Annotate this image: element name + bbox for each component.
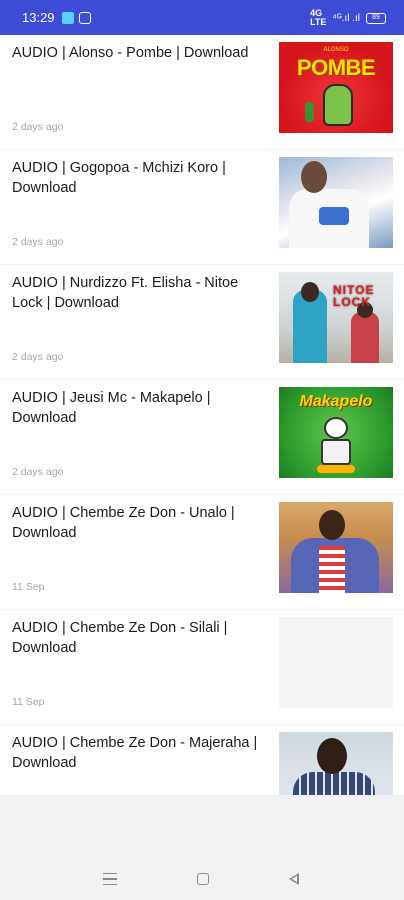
post-item[interactable]: AUDIO | Chembe Ze Don - Unalo | Download… xyxy=(0,495,404,610)
status-bar: 13:29 4G LTE ⁴ᴳ.ıl .ıl 89 xyxy=(0,0,404,35)
person-head xyxy=(301,282,319,302)
post-thumbnail[interactable]: NITOE LOCK xyxy=(279,272,393,363)
post-date: 2 days ago xyxy=(12,351,64,363)
post-date: 2 days ago xyxy=(12,466,64,478)
app-notification-icon xyxy=(62,12,74,24)
thumb-title-text: POMBE xyxy=(296,55,376,80)
post-title[interactable]: AUDIO | Gogopoa - Mchizi Koro | Download xyxy=(12,158,264,198)
person-head xyxy=(319,510,345,540)
post-thumbnail-placeholder[interactable] xyxy=(279,617,393,708)
post-item[interactable]: AUDIO | Jeusi Mc - Makapelo | Download 2… xyxy=(0,380,404,495)
cartoon-figure xyxy=(323,84,353,126)
post-thumbnail[interactable]: ALONSO POMBE xyxy=(279,42,393,133)
striped-shirt xyxy=(319,546,345,593)
post-date: 11 Sep xyxy=(12,696,45,708)
post-title[interactable]: AUDIO | Nurdizzo Ft. Elisha - Nitoe Lock… xyxy=(12,273,264,313)
thumb-text-line: LOCK xyxy=(333,295,371,309)
recent-apps-icon[interactable] xyxy=(100,870,120,888)
post-thumbnail[interactable] xyxy=(279,157,393,248)
post-date: 2 days ago xyxy=(12,236,64,248)
post-title[interactable]: AUDIO | Chembe Ze Don - Unalo | Download xyxy=(12,503,264,543)
thumb-small-text: ALONSO xyxy=(323,47,349,53)
bottle-illustration xyxy=(305,102,314,122)
thumb-title-text: Makapelo xyxy=(299,393,373,410)
thumb-title-text: NITOE LOCK xyxy=(333,284,374,308)
post-thumbnail[interactable] xyxy=(279,732,393,795)
post-item[interactable]: AUDIO | Chembe Ze Don - Majeraha | Downl… xyxy=(0,725,404,795)
post-item[interactable]: AUDIO | Nurdizzo Ft. Elisha - Nitoe Lock… xyxy=(0,265,404,380)
back-icon[interactable] xyxy=(284,870,304,888)
post-date: 2 days ago xyxy=(12,121,64,133)
post-item[interactable]: AUDIO | Chembe Ze Don - Silali | Downloa… xyxy=(0,610,404,725)
post-date: 11 Sep xyxy=(12,581,45,593)
person-shirt xyxy=(293,772,375,795)
post-thumbnail[interactable]: Makapelo xyxy=(279,387,393,478)
status-time: 13:29 xyxy=(22,10,55,25)
post-title[interactable]: AUDIO | Chembe Ze Don - Majeraha | Downl… xyxy=(12,733,264,773)
cartoon-shoes xyxy=(317,465,355,473)
post-thumbnail[interactable] xyxy=(279,502,393,593)
home-icon[interactable] xyxy=(193,870,213,888)
person-head xyxy=(317,738,347,774)
post-item[interactable]: AUDIO | Alonso - Pombe | Download 2 days… xyxy=(0,35,404,150)
shirt-print xyxy=(319,207,349,225)
post-item[interactable]: AUDIO | Gogopoa - Mchizi Koro | Download… xyxy=(0,150,404,265)
message-icon xyxy=(79,12,91,24)
person-head xyxy=(301,161,327,193)
battery-icon: 89 xyxy=(366,12,386,24)
status-right: 4G LTE ⁴ᴳ.ıl .ıl 89 xyxy=(310,9,386,27)
person-body xyxy=(351,312,379,363)
cartoon-body xyxy=(321,439,351,465)
post-title[interactable]: AUDIO | Chembe Ze Don - Silali | Downloa… xyxy=(12,618,264,658)
system-nav-bar xyxy=(0,858,404,900)
signal-icon: ⁴ᴳ.ıl .ıl xyxy=(332,12,360,24)
post-title[interactable]: AUDIO | Jeusi Mc - Makapelo | Download xyxy=(12,388,264,428)
post-feed[interactable]: AUDIO | Alonso - Pombe | Download 2 days… xyxy=(0,35,404,795)
data-indicator: 4G LTE xyxy=(310,8,327,27)
post-title[interactable]: AUDIO | Alonso - Pombe | Download xyxy=(12,43,264,63)
cartoon-head xyxy=(324,417,348,439)
